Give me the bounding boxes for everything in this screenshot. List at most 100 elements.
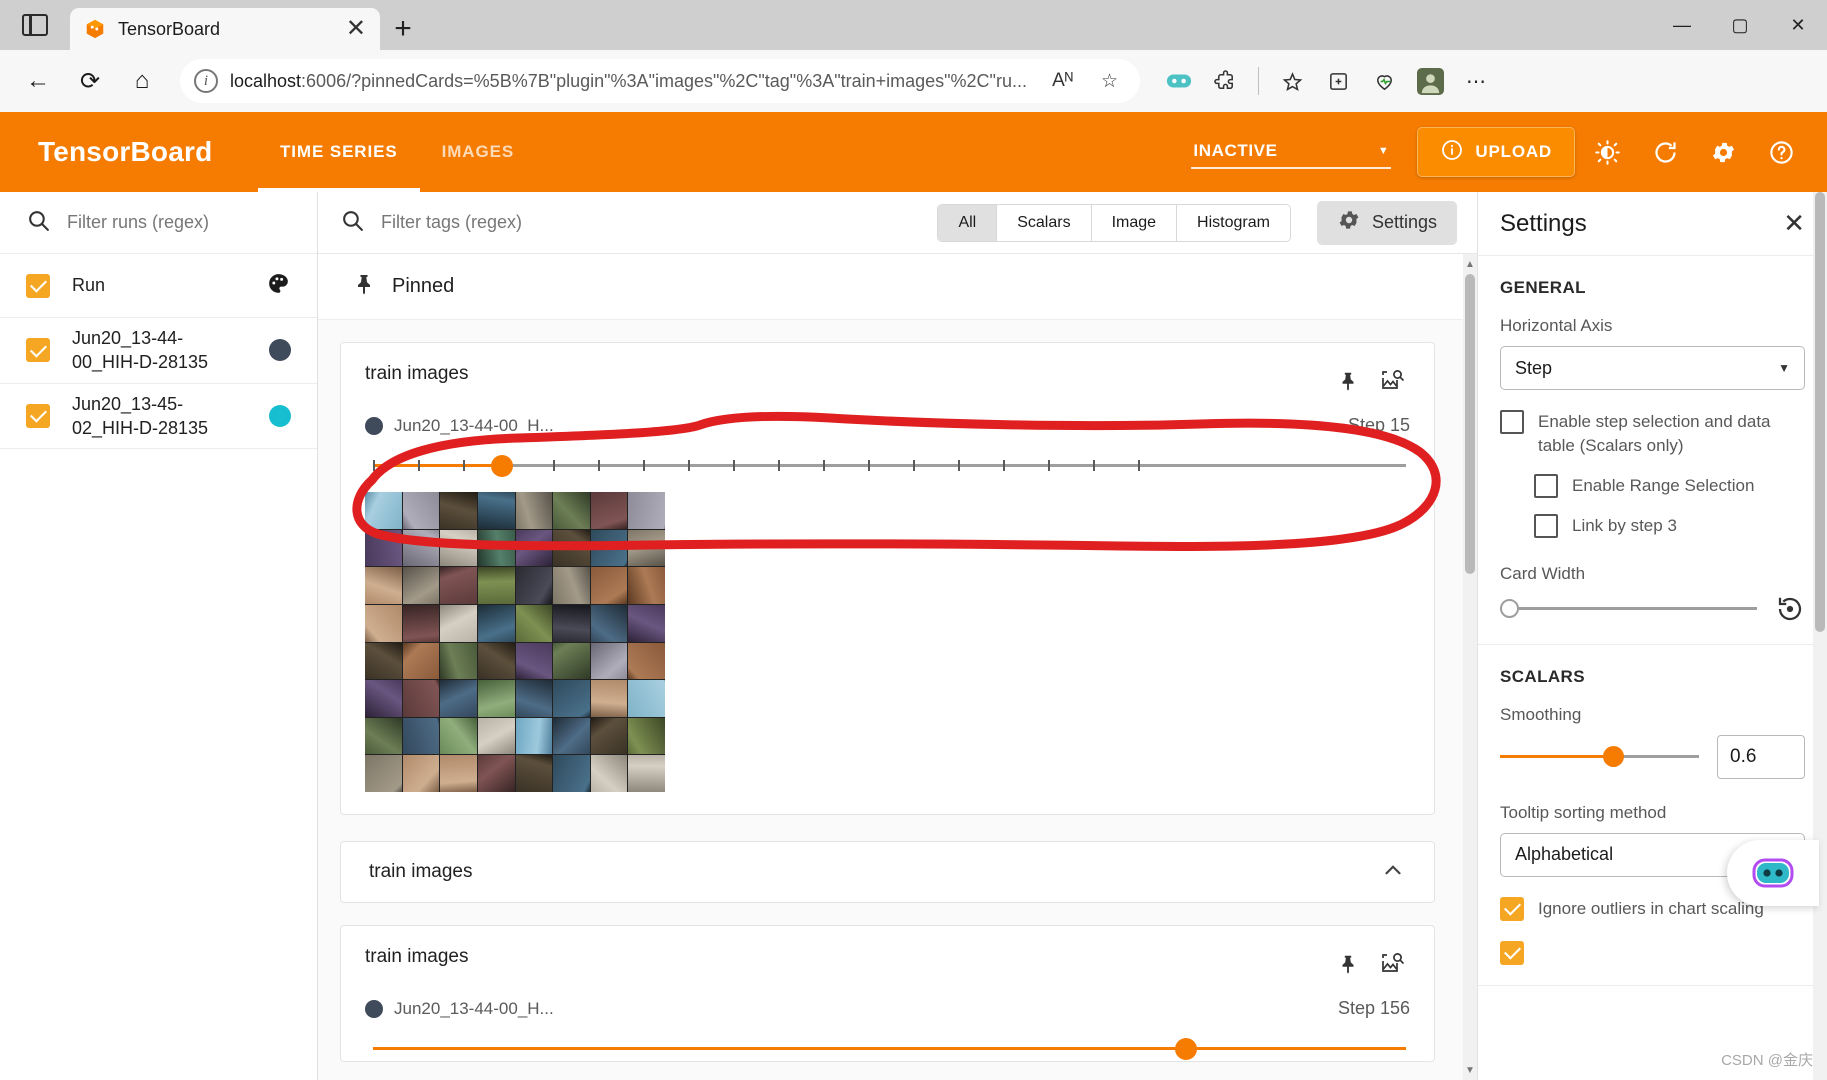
- image-thumbnail: [477, 604, 515, 642]
- image-thumbnail: [515, 642, 553, 680]
- pin-icon[interactable]: [1330, 946, 1366, 982]
- minimize-icon[interactable]: —: [1653, 0, 1711, 50]
- tab-time-series[interactable]: TIME SERIES: [258, 112, 420, 192]
- card-run-name: Jun20_13-44-00_H...: [394, 998, 554, 1018]
- browser-tab-tensorboard[interactable]: TensorBoard ✕: [70, 8, 380, 50]
- slider-fill: [373, 464, 505, 467]
- filter-histogram-button[interactable]: Histogram: [1177, 204, 1290, 241]
- card-run-row: Jun20_13-44-00_H... Step 15: [365, 415, 1410, 436]
- image-thumbnail: [515, 755, 553, 792]
- profile-avatar[interactable]: [1409, 60, 1451, 102]
- image-zoom-icon[interactable]: [1374, 363, 1410, 399]
- pin-icon[interactable]: [1330, 363, 1366, 399]
- favorite-star-icon[interactable]: ☆: [1093, 70, 1126, 93]
- add-collection-icon[interactable]: [1317, 60, 1359, 102]
- select-all-runs-checkbox[interactable]: [26, 273, 50, 298]
- step-slider[interactable]: [365, 452, 1410, 478]
- url-input[interactable]: i localhost:6006/?pinnedCards=%5B%7B"plu…: [180, 59, 1140, 103]
- main-scrollbar[interactable]: ▲ ▼: [1463, 254, 1477, 1080]
- card-width-slider-row[interactable]: [1500, 594, 1805, 624]
- dark-mode-icon[interactable]: [1581, 126, 1633, 178]
- tensorboard-favicon-icon: [84, 18, 106, 40]
- enable-range-selection-checkbox[interactable]: [1534, 473, 1558, 498]
- collections-icon[interactable]: [1271, 60, 1313, 102]
- filter-scalars-button[interactable]: Scalars: [997, 204, 1092, 241]
- image-thumbnail: [440, 492, 477, 529]
- gear-icon[interactable]: [1697, 126, 1749, 178]
- home-icon[interactable]: ⌂: [120, 59, 164, 103]
- smoothing-label: Smoothing: [1500, 704, 1582, 724]
- step-slider[interactable]: [365, 1035, 1410, 1061]
- scrollbar-thumb[interactable]: [1465, 274, 1475, 574]
- run-color-dot[interactable]: [269, 339, 291, 362]
- tab-images[interactable]: IMAGES: [420, 112, 536, 192]
- smoothing-value-input[interactable]: 0.6: [1717, 734, 1805, 779]
- slider-track[interactable]: [373, 1047, 1406, 1050]
- link-by-step-row[interactable]: Link by step 3: [1534, 513, 1805, 538]
- run-checkbox[interactable]: [26, 338, 50, 363]
- slider-thumb[interactable]: [1175, 1038, 1197, 1060]
- info-icon[interactable]: i: [194, 69, 218, 93]
- card-width-track[interactable]: [1500, 599, 1757, 619]
- image-thumbnail: [402, 755, 440, 792]
- card-width-knob[interactable]: [1500, 599, 1519, 619]
- run-list-item-0[interactable]: Jun20_13-44-00_HIH-D-28135: [0, 318, 317, 384]
- maximize-icon[interactable]: ▢: [1711, 0, 1769, 50]
- link-by-step-checkbox[interactable]: [1534, 513, 1558, 538]
- smoothing-slider-row[interactable]: 0.6: [1500, 734, 1805, 779]
- read-aloud-icon[interactable]: Aᴺ: [1044, 70, 1081, 92]
- ignore-outliers-checkbox[interactable]: [1500, 896, 1524, 921]
- reload-icon[interactable]: ⟳: [68, 59, 112, 103]
- settings-scrollbar-thumb[interactable]: [1815, 192, 1825, 632]
- scroll-down-arrow-icon[interactable]: ▼: [1463, 1062, 1477, 1078]
- upload-button[interactable]: UPLOAD: [1417, 127, 1575, 177]
- settings-toggle-button[interactable]: Settings: [1316, 200, 1457, 245]
- copilot-icon[interactable]: [1158, 60, 1200, 102]
- enable-step-selection-checkbox[interactable]: [1500, 410, 1524, 434]
- tag-filter-row[interactable]: Filter tags (regex): [340, 208, 937, 238]
- run-filter-input[interactable]: Filter runs (regex): [67, 212, 209, 233]
- scroll-up-arrow-icon[interactable]: ▲: [1463, 256, 1477, 272]
- help-icon[interactable]: [1755, 126, 1807, 178]
- slider-tick: [778, 460, 780, 471]
- run-list-item-1[interactable]: Jun20_13-45-02_HIH-D-28135: [0, 384, 317, 450]
- new-tab-button[interactable]: +: [380, 8, 426, 50]
- close-icon[interactable]: ✕: [346, 17, 366, 41]
- settings-scrollbar[interactable]: [1813, 192, 1827, 1080]
- tab-sidebar-toggle[interactable]: [0, 0, 70, 50]
- slider-track[interactable]: [373, 464, 1406, 467]
- more-icon[interactable]: ⋯: [1455, 60, 1497, 102]
- run-name: Jun20_13-44-00_HIH-D-28135: [72, 328, 209, 373]
- horizontal-axis-select[interactable]: Step ▼: [1500, 346, 1805, 390]
- reload-data-icon[interactable]: [1639, 126, 1691, 178]
- enable-range-selection-row[interactable]: Enable Range Selection: [1534, 473, 1805, 498]
- filter-image-button[interactable]: Image: [1091, 204, 1178, 241]
- browser-essentials-icon[interactable]: [1363, 60, 1405, 102]
- image-card-group-header[interactable]: train images: [340, 841, 1435, 903]
- image-thumbnail: [402, 604, 440, 642]
- run-status-select[interactable]: INACTIVE ▼: [1191, 135, 1392, 169]
- smoothing-track[interactable]: [1500, 746, 1699, 768]
- image-zoom-icon[interactable]: [1374, 946, 1410, 982]
- slider-thumb[interactable]: [491, 455, 513, 477]
- extra-option-checkbox[interactable]: [1500, 940, 1524, 965]
- extensions-icon[interactable]: [1204, 60, 1246, 102]
- tag-filter-input[interactable]: Filter tags (regex): [381, 212, 522, 233]
- image-thumbnail-grid[interactable]: [365, 492, 665, 792]
- run-checkbox[interactable]: [26, 403, 50, 428]
- enable-step-selection-row[interactable]: Enable step selection and data table (Sc…: [1500, 410, 1805, 458]
- chevron-up-icon[interactable]: [1380, 857, 1406, 888]
- extra-option-row[interactable]: [1500, 940, 1805, 965]
- chat-assistant-bubble[interactable]: [1727, 840, 1819, 906]
- run-color-dot[interactable]: [269, 404, 291, 427]
- close-icon[interactable]: ✕: [1783, 208, 1805, 239]
- reset-icon[interactable]: [1775, 594, 1805, 624]
- palette-icon[interactable]: [266, 271, 291, 301]
- back-icon[interactable]: ←: [16, 59, 60, 103]
- window-close-icon[interactable]: ✕: [1769, 0, 1827, 50]
- smoothing-knob[interactable]: [1603, 746, 1625, 768]
- slider-tick: [868, 460, 870, 471]
- filter-all-button[interactable]: All: [938, 204, 998, 241]
- image-thumbnail: [590, 642, 628, 680]
- run-filter-row[interactable]: Filter runs (regex): [0, 192, 317, 254]
